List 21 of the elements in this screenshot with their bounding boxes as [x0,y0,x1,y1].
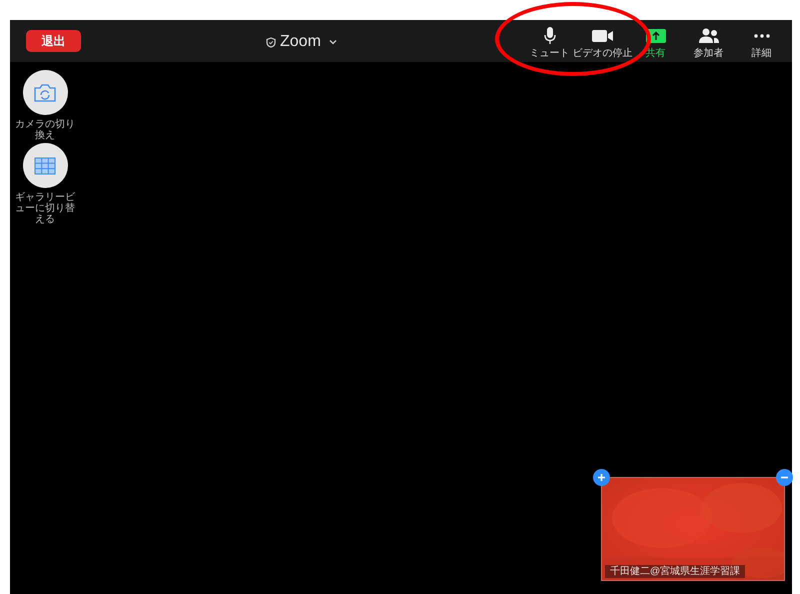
people-icon[interactable] [698,26,720,46]
plus-button[interactable] [593,469,610,486]
toolbar-label[interactable]: 共有 [646,48,666,60]
camera-switch-icon [33,82,57,102]
microphone-icon[interactable] [544,26,556,46]
chevron-down-icon[interactable] [328,39,337,45]
camera-switch-button[interactable] [22,70,68,115]
grid-icon [34,156,56,174]
toolbar-label[interactable]: ミュート [530,48,570,60]
toolbar-label[interactable]: 参加者 [694,48,724,60]
button-label: カメラの切り換え [14,119,76,141]
shield-icon [266,36,276,48]
plus-icon [597,473,606,482]
button-label: ギャラリービューに切り替える [14,192,76,225]
toolbar-label[interactable]: ビデオの停止 [572,48,632,60]
toolbar-label[interactable]: 詳細 [752,48,772,60]
minus-button[interactable] [776,469,793,486]
meeting-title: Zoom [280,32,321,52]
leave-button[interactable]: 退出 [26,30,81,52]
grid-button[interactable] [22,143,68,188]
participant-name-label: 千田健二@宮城県生涯学習課 [605,565,746,578]
